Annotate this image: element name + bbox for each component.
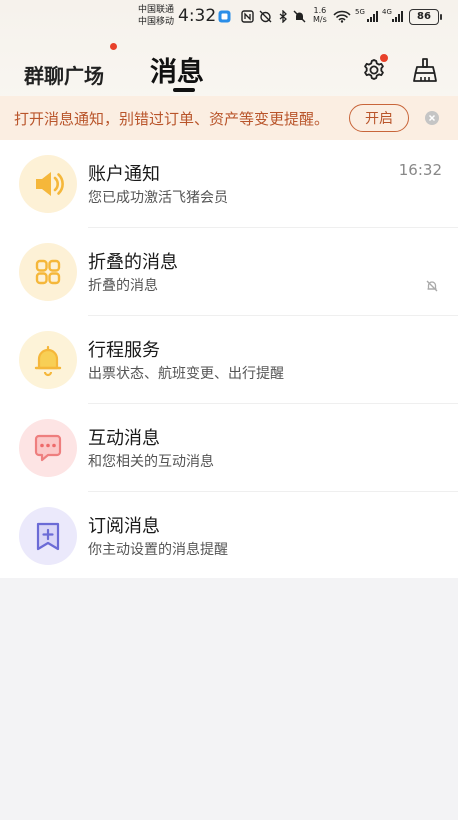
item-title: 互动消息 bbox=[88, 428, 160, 449]
bell-icon bbox=[19, 331, 77, 389]
grid-icon bbox=[19, 243, 77, 301]
mute-icon bbox=[426, 280, 438, 292]
battery-indicator: 86 bbox=[409, 9, 442, 25]
item-title: 折叠的消息 bbox=[88, 252, 178, 273]
item-subtitle: 你主动设置的消息提醒 bbox=[88, 542, 228, 558]
unread-dot bbox=[110, 43, 117, 50]
item-subtitle: 折叠的消息 bbox=[88, 278, 158, 294]
settings-badge-dot bbox=[380, 54, 388, 62]
item-title: 订阅消息 bbox=[88, 516, 160, 537]
enable-notifications-button[interactable]: 开启 bbox=[349, 104, 409, 132]
item-title: 行程服务 bbox=[88, 340, 160, 361]
message-list: 账户通知 您已成功激活飞猪会员 16:32 折叠的消息 折叠的消息 行程服务 出… bbox=[0, 140, 458, 578]
active-tab-indicator bbox=[173, 88, 195, 92]
item-subtitle: 您已成功激活飞猪会员 bbox=[88, 190, 228, 206]
mute-bell-icon bbox=[293, 10, 306, 23]
net-speed: 1.6 M/s bbox=[313, 6, 327, 24]
list-item-account[interactable]: 账户通知 您已成功激活飞猪会员 16:32 bbox=[0, 140, 458, 228]
nfc-icon bbox=[241, 10, 254, 23]
empty-area bbox=[0, 578, 458, 820]
status-bar: 中国联通 中国移动 4:32 1.6 M/s 5G 4G 86 bbox=[0, 0, 458, 34]
status-time: 4:32 bbox=[178, 6, 217, 26]
item-subtitle: 和您相关的互动消息 bbox=[88, 454, 214, 470]
item-time: 16:32 bbox=[398, 161, 442, 179]
wifi-icon bbox=[333, 10, 351, 23]
bookmark-plus-icon bbox=[19, 507, 77, 565]
speaker-icon bbox=[19, 155, 77, 213]
signal-icon-2 bbox=[392, 11, 403, 22]
chat-bubble-icon bbox=[19, 419, 77, 477]
tab-messages[interactable]: 消息 bbox=[150, 50, 204, 89]
header-nav: 群聊广场 消息 bbox=[0, 43, 458, 96]
alarm-off-icon bbox=[259, 10, 272, 23]
item-subtitle: 出票状态、航班变更、出行提醒 bbox=[88, 366, 284, 382]
bluetooth-icon bbox=[279, 10, 287, 23]
carrier-info: 中国联通 中国移动 bbox=[138, 5, 175, 27]
signal-icon bbox=[367, 11, 378, 22]
list-item-trip-service[interactable]: 行程服务 出票状态、航班变更、出行提醒 bbox=[0, 316, 458, 404]
close-icon[interactable] bbox=[425, 111, 439, 125]
list-item-folded[interactable]: 折叠的消息 折叠的消息 bbox=[0, 228, 458, 316]
notification-banner: 打开消息通知，别错过订单、资产等变更提醒。 开启 bbox=[0, 96, 458, 140]
item-title: 账户通知 bbox=[88, 164, 160, 185]
list-item-subscription[interactable]: 订阅消息 你主动设置的消息提醒 bbox=[0, 492, 458, 580]
list-item-interaction[interactable]: 互动消息 和您相关的互动消息 bbox=[0, 404, 458, 492]
broom-icon[interactable] bbox=[411, 56, 439, 84]
banner-text: 打开消息通知，别错过订单、资产等变更提醒。 bbox=[14, 110, 330, 128]
signal-5g-label: 5G bbox=[355, 8, 365, 16]
app-notification-icon bbox=[218, 10, 231, 23]
tab-group-chat[interactable]: 群聊广场 bbox=[24, 60, 104, 89]
